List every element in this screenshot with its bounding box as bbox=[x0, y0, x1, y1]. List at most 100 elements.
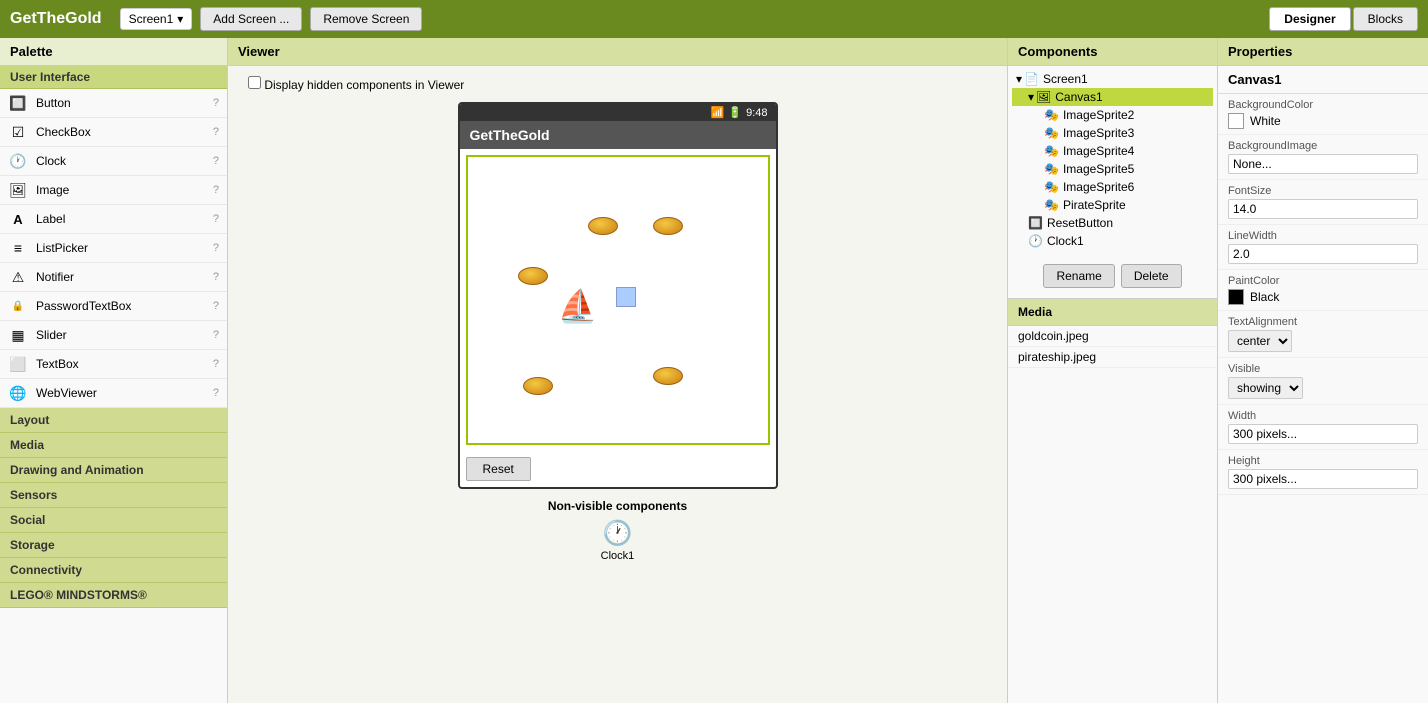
piratesprite-icon: 🎭 bbox=[1044, 198, 1059, 212]
imagesprite3-label: ImageSprite3 bbox=[1063, 126, 1134, 140]
pirate-ship: ⛵ bbox=[558, 287, 598, 327]
media-goldcoin: goldcoin.jpeg bbox=[1008, 326, 1217, 347]
button-help[interactable]: ? bbox=[213, 97, 219, 109]
listpicker-icon: ≡ bbox=[8, 238, 28, 258]
rename-button[interactable]: Rename bbox=[1043, 264, 1114, 288]
width-label: Width bbox=[1228, 410, 1418, 422]
visible-select[interactable]: showing hidden bbox=[1228, 377, 1303, 399]
comp-resetbutton[interactable]: 🔲 ResetButton bbox=[1012, 214, 1213, 232]
palette-item-button[interactable]: 🔲 Button ? bbox=[0, 89, 227, 118]
backgroundcolor-swatch bbox=[1228, 113, 1244, 129]
palette-item-listpicker[interactable]: ≡ ListPicker ? bbox=[0, 234, 227, 263]
media-section[interactable]: Media bbox=[0, 433, 227, 458]
clock-help[interactable]: ? bbox=[213, 155, 219, 167]
palette-item-textbox[interactable]: ⬜ TextBox ? bbox=[0, 350, 227, 379]
delete-button[interactable]: Delete bbox=[1121, 264, 1182, 288]
button-label: Button bbox=[36, 96, 213, 110]
coin4 bbox=[523, 377, 553, 395]
palette-item-passwordtextbox[interactable]: 🔒 PasswordTextBox ? bbox=[0, 292, 227, 321]
media-section-header: Media bbox=[1008, 298, 1217, 326]
imagesprite2-label: ImageSprite2 bbox=[1063, 108, 1134, 122]
coin2 bbox=[653, 217, 683, 235]
designer-button[interactable]: Designer bbox=[1269, 7, 1350, 31]
add-screen-button[interactable]: Add Screen ... bbox=[200, 7, 302, 31]
screen-dropdown[interactable]: Screen1 ▾ bbox=[120, 8, 193, 30]
palette-item-image[interactable]: 🖼 Image ? bbox=[0, 176, 227, 205]
connectivity-section[interactable]: Connectivity bbox=[0, 558, 227, 583]
viewer-panel: Viewer Display hidden components in View… bbox=[228, 38, 1008, 703]
passwordtextbox-icon: 🔒 bbox=[8, 296, 28, 316]
listpicker-label: ListPicker bbox=[36, 241, 213, 255]
listpicker-help[interactable]: ? bbox=[213, 242, 219, 254]
piratesprite-label: PirateSprite bbox=[1063, 198, 1126, 212]
checkbox-help[interactable]: ? bbox=[213, 126, 219, 138]
comp-imagesprite4[interactable]: 🎭 ImageSprite4 bbox=[1012, 142, 1213, 160]
mode-switcher: Designer Blocks bbox=[1269, 7, 1418, 31]
sensors-section[interactable]: Sensors bbox=[0, 483, 227, 508]
fontsize-label: FontSize bbox=[1228, 185, 1418, 197]
media-pirateship: pirateship.jpeg bbox=[1008, 347, 1217, 368]
palette-item-notifier[interactable]: ⚠ Notifier ? bbox=[0, 263, 227, 292]
passwordtextbox-help[interactable]: ? bbox=[213, 300, 219, 312]
properties-panel: Properties Canvas1 BackgroundColor White… bbox=[1218, 38, 1428, 703]
palette-panel: Palette User Interface 🔲 Button ? ☑ Chec… bbox=[0, 38, 228, 703]
hidden-components-checkbox[interactable] bbox=[248, 76, 261, 89]
components-title: Components bbox=[1008, 38, 1217, 66]
image-sprite bbox=[616, 287, 636, 307]
palette-item-clock[interactable]: 🕐 Clock ? bbox=[0, 147, 227, 176]
prop-width: Width bbox=[1218, 405, 1428, 450]
canvas1-toggle[interactable]: ▾ bbox=[1028, 90, 1034, 104]
hidden-components-label: Display hidden components in Viewer bbox=[264, 78, 464, 92]
textalignment-select[interactable]: center left right bbox=[1228, 330, 1292, 352]
comp-imagesprite3[interactable]: 🎭 ImageSprite3 bbox=[1012, 124, 1213, 142]
properties-component-name: Canvas1 bbox=[1218, 66, 1428, 94]
comp-screen1[interactable]: ▾ 📄 Screen1 bbox=[1012, 70, 1213, 88]
image-help[interactable]: ? bbox=[213, 184, 219, 196]
comp-imagesprite6[interactable]: 🎭 ImageSprite6 bbox=[1012, 178, 1213, 196]
slider-help[interactable]: ? bbox=[213, 329, 219, 341]
user-interface-section[interactable]: User Interface bbox=[0, 66, 227, 89]
palette-item-slider[interactable]: ▦ Slider ? bbox=[0, 321, 227, 350]
lego-section[interactable]: LEGO® MINDSTORMS® bbox=[0, 583, 227, 608]
paintcolor-label: PaintColor bbox=[1228, 275, 1418, 287]
social-section[interactable]: Social bbox=[0, 508, 227, 533]
imagesprite5-label: ImageSprite5 bbox=[1063, 162, 1134, 176]
backgroundimage-input[interactable] bbox=[1228, 154, 1418, 174]
hidden-components-bar: Display hidden components in Viewer bbox=[248, 76, 464, 92]
screen1-toggle[interactable]: ▾ bbox=[1016, 72, 1022, 86]
phone-time: 9:48 bbox=[746, 107, 767, 119]
label-help[interactable]: ? bbox=[213, 213, 219, 225]
coin5 bbox=[653, 367, 683, 385]
coin3 bbox=[518, 267, 548, 285]
comp-canvas1[interactable]: ▾ 🖼 Canvas1 bbox=[1012, 88, 1213, 106]
prop-fontsize: FontSize bbox=[1218, 180, 1428, 225]
screen1-icon: 📄 bbox=[1024, 72, 1039, 86]
linewidth-input[interactable] bbox=[1228, 244, 1418, 264]
palette-item-label[interactable]: A Label ? bbox=[0, 205, 227, 234]
notifier-icon: ⚠ bbox=[8, 267, 28, 287]
webviewer-help[interactable]: ? bbox=[213, 387, 219, 399]
reset-button[interactable]: Reset bbox=[466, 457, 531, 481]
paintcolor-swatch bbox=[1228, 289, 1244, 305]
storage-section[interactable]: Storage bbox=[0, 533, 227, 558]
phone-canvas[interactable]: ⛵ bbox=[466, 155, 770, 445]
textbox-help[interactable]: ? bbox=[213, 358, 219, 370]
label-label: Label bbox=[36, 212, 213, 226]
height-input[interactable] bbox=[1228, 469, 1418, 489]
textbox-icon: ⬜ bbox=[8, 354, 28, 374]
drawing-section[interactable]: Drawing and Animation bbox=[0, 458, 227, 483]
palette-item-checkbox[interactable]: ☑ CheckBox ? bbox=[0, 118, 227, 147]
fontsize-input[interactable] bbox=[1228, 199, 1418, 219]
width-input[interactable] bbox=[1228, 424, 1418, 444]
palette-item-webviewer[interactable]: 🌐 WebViewer ? bbox=[0, 379, 227, 408]
comp-piratesprite[interactable]: 🎭 PirateSprite bbox=[1012, 196, 1213, 214]
comp-clock1[interactable]: 🕐 Clock1 bbox=[1012, 232, 1213, 250]
comp-imagesprite5[interactable]: 🎭 ImageSprite5 bbox=[1012, 160, 1213, 178]
layout-section[interactable]: Layout bbox=[0, 408, 227, 433]
notifier-help[interactable]: ? bbox=[213, 271, 219, 283]
battery-icon: 🔋 bbox=[728, 106, 742, 119]
blocks-button[interactable]: Blocks bbox=[1353, 7, 1418, 31]
comp-imagesprite2[interactable]: 🎭 ImageSprite2 bbox=[1012, 106, 1213, 124]
textbox-label: TextBox bbox=[36, 357, 213, 371]
remove-screen-button[interactable]: Remove Screen bbox=[310, 7, 422, 31]
